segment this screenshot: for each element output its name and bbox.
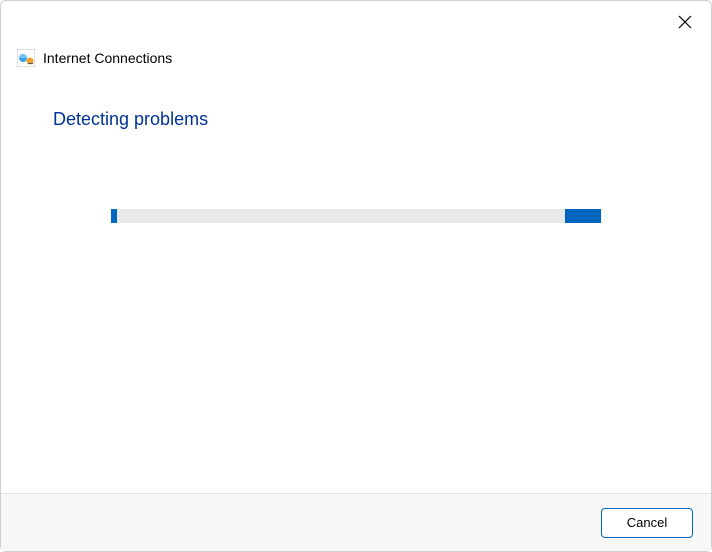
content-area: Detecting problems — [53, 109, 659, 130]
close-icon — [678, 15, 692, 32]
progress-track — [117, 209, 601, 223]
dialog-footer: Cancel — [1, 493, 711, 551]
cancel-button[interactable]: Cancel — [601, 508, 693, 538]
page-heading: Detecting problems — [53, 109, 659, 130]
internet-connections-icon — [17, 49, 35, 67]
close-button[interactable] — [673, 11, 697, 35]
progress-indicator-right — [565, 209, 601, 223]
progress-bar — [111, 209, 601, 223]
dialog-header: Internet Connections — [17, 49, 172, 67]
dialog-title: Internet Connections — [43, 50, 172, 66]
